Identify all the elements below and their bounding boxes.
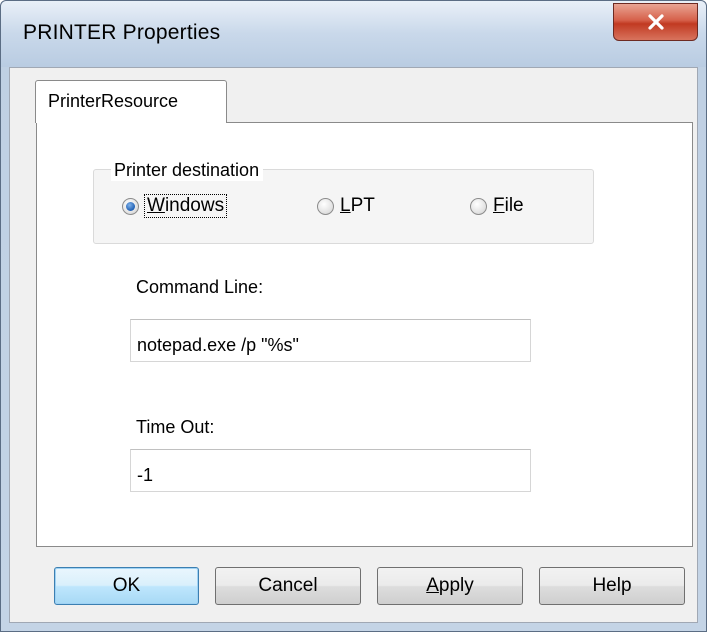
radio-windows-indicator bbox=[122, 197, 139, 215]
ok-button[interactable]: OK bbox=[54, 567, 199, 605]
time-out-input[interactable] bbox=[130, 449, 531, 492]
dialog-client-area: PrinterResource Printer destination Wind… bbox=[9, 67, 698, 623]
printer-destination-label: Printer destination bbox=[111, 159, 264, 181]
tab-printerresource[interactable]: PrinterResource bbox=[35, 80, 227, 123]
title-bar[interactable]: PRINTER Properties bbox=[1, 1, 706, 67]
radio-windows-label: Windows bbox=[143, 194, 228, 218]
radio-file[interactable]: File bbox=[470, 195, 524, 217]
close-button[interactable] bbox=[613, 3, 698, 41]
radio-lpt-label: LPT bbox=[340, 195, 375, 216]
cancel-button[interactable]: Cancel bbox=[215, 567, 361, 605]
radio-windows[interactable]: Windows bbox=[122, 194, 228, 218]
tab-panel-printerresource: Printer destination Windows LPT File Com… bbox=[36, 122, 693, 547]
close-icon bbox=[647, 14, 664, 30]
radio-file-indicator bbox=[470, 197, 487, 215]
help-button[interactable]: Help bbox=[539, 567, 685, 605]
time-out-label: Time Out: bbox=[136, 417, 215, 437]
window-title: PRINTER Properties bbox=[23, 21, 221, 44]
dialog-window: PRINTER Properties PrinterResource Print… bbox=[0, 0, 707, 632]
radio-lpt-indicator bbox=[317, 197, 334, 215]
command-line-input[interactable] bbox=[130, 319, 531, 362]
radio-lpt[interactable]: LPT bbox=[317, 195, 375, 217]
radio-file-label: File bbox=[493, 195, 524, 216]
apply-button[interactable]: Apply bbox=[377, 567, 523, 605]
command-line-label: Command Line: bbox=[136, 277, 264, 297]
